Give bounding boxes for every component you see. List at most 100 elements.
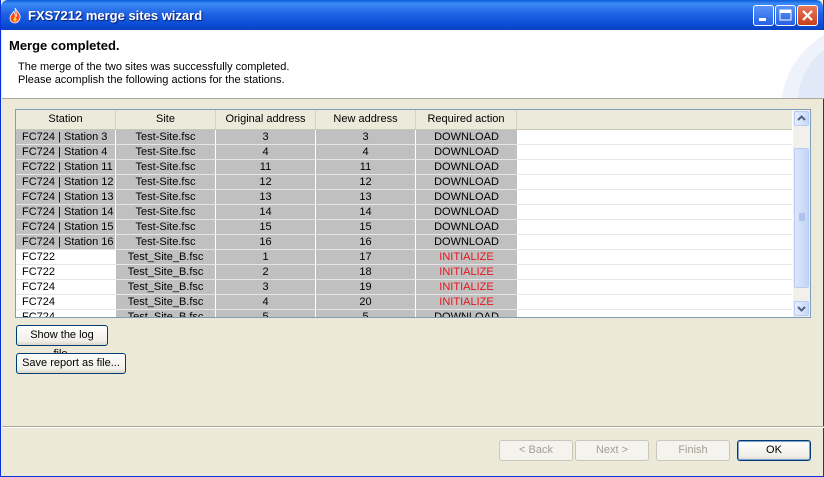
- table-row[interactable]: FC724 | Station 3 Test-Site.fsc 3 3 DOWNLOAD: [16, 130, 792, 145]
- header-title: Merge completed.: [9, 38, 120, 53]
- cell-new-address: 4: [316, 145, 416, 159]
- title-bar[interactable]: FXS7212 merge sites wizard: [1, 0, 823, 30]
- cell-required-action: DOWNLOAD: [416, 145, 517, 159]
- cell-site: Test-Site.fsc: [116, 190, 216, 204]
- cell-site: Test-Site.fsc: [116, 235, 216, 249]
- table-row[interactable]: FC722 Test_Site_B.fsc 2 18 INITIALIZE: [16, 265, 792, 280]
- flame-icon: [8, 7, 22, 24]
- cell-site: Test-Site.fsc: [116, 130, 216, 144]
- column-header-required-action[interactable]: Required action: [416, 110, 517, 129]
- cell-required-action: INITIALIZE: [416, 265, 517, 279]
- cell-new-address: 17: [316, 250, 416, 264]
- cell-required-action: INITIALIZE: [416, 295, 517, 309]
- show-log-button[interactable]: Show the log file.: [16, 325, 108, 360]
- vertical-scrollbar[interactable]: [793, 110, 810, 317]
- cell-station: FC724 | Station 16: [16, 235, 116, 249]
- next-button[interactable]: Next >: [575, 440, 649, 461]
- grid-header: Station Site Original address New addres…: [16, 110, 792, 130]
- cell-new-address: 19: [316, 280, 416, 294]
- ok-button[interactable]: OK: [737, 440, 811, 461]
- minimize-button[interactable]: [753, 5, 774, 26]
- cell-site: Test-Site.fsc: [116, 175, 216, 189]
- table-row[interactable]: FC724 Test_Site_B.fsc 5 5 DOWNLOAD: [16, 310, 792, 317]
- cell-station: FC724: [16, 280, 116, 294]
- table-row[interactable]: FC724 | Station 13 Test-Site.fsc 13 13 DOWNL…: [16, 190, 792, 205]
- cell-required-action: DOWNLOAD: [416, 160, 517, 174]
- table-row[interactable]: FC724 | Station 4 Test-Site.fsc 4 4 DOWNLOAD: [16, 145, 792, 160]
- table-row[interactable]: FC722 | Station 11 Test-Site.fsc 11 11 DOWNL…: [16, 160, 792, 175]
- cell-original-address: 5: [216, 310, 316, 317]
- table-row[interactable]: FC724 Test_Site_B.fsc 4 20 INITIALIZE: [16, 295, 792, 310]
- column-header-new-address[interactable]: New address: [316, 110, 416, 129]
- cell-station: FC724 | Station 4: [16, 145, 116, 159]
- cell-new-address: 15: [316, 220, 416, 234]
- cell-new-address: 14: [316, 205, 416, 219]
- cell-station: FC722: [16, 250, 116, 264]
- save-report-button[interactable]: Save report as file...: [16, 353, 126, 374]
- close-button[interactable]: [797, 5, 818, 26]
- cell-required-action: DOWNLOAD: [416, 205, 517, 219]
- cell-original-address: 11: [216, 160, 316, 174]
- cell-required-action: DOWNLOAD: [416, 130, 517, 144]
- finish-button[interactable]: Finish: [656, 440, 730, 461]
- cell-station: FC724: [16, 295, 116, 309]
- grid-rows: FC724 | Station 3 Test-Site.fsc 3 3 DOWNLOAD…: [16, 130, 792, 317]
- cell-site: Test_Site_B.fsc: [116, 250, 216, 264]
- stations-grid[interactable]: Station Site Original address New addres…: [15, 109, 811, 318]
- cell-station: FC724 | Station 15: [16, 220, 116, 234]
- minimize-icon: [759, 18, 766, 21]
- cell-required-action: INITIALIZE: [416, 250, 517, 264]
- cell-station: FC724 | Station 12: [16, 175, 116, 189]
- cell-site: Test_Site_B.fsc: [116, 280, 216, 294]
- column-header-station[interactable]: Station: [16, 110, 116, 129]
- cell-original-address: 16: [216, 235, 316, 249]
- maximize-button[interactable]: [775, 5, 796, 26]
- table-row[interactable]: FC722 Test_Site_B.fsc 1 17 INITIALIZE: [16, 250, 792, 265]
- table-row[interactable]: FC724 | Station 15 Test-Site.fsc 15 15 DOWNL…: [16, 220, 792, 235]
- cell-site: Test-Site.fsc: [116, 220, 216, 234]
- cell-original-address: 2: [216, 265, 316, 279]
- cell-required-action: DOWNLOAD: [416, 220, 517, 234]
- cell-original-address: 13: [216, 190, 316, 204]
- table-row[interactable]: FC724 Test_Site_B.fsc 3 19 INITIALIZE: [16, 280, 792, 295]
- cell-original-address: 1: [216, 250, 316, 264]
- cell-new-address: 12: [316, 175, 416, 189]
- cell-station: FC724: [16, 310, 116, 317]
- cell-new-address: 16: [316, 235, 416, 249]
- cell-new-address: 5: [316, 310, 416, 317]
- cell-original-address: 4: [216, 295, 316, 309]
- scroll-down-button[interactable]: [794, 301, 809, 316]
- scroll-thumb[interactable]: [794, 148, 809, 288]
- cell-original-address: 4: [216, 145, 316, 159]
- cell-station: FC722 | Station 11: [16, 160, 116, 174]
- column-header-site[interactable]: Site: [116, 110, 216, 129]
- back-button[interactable]: < Back: [499, 440, 573, 461]
- cell-original-address: 14: [216, 205, 316, 219]
- close-icon: [802, 10, 813, 21]
- cell-new-address: 20: [316, 295, 416, 309]
- table-row[interactable]: FC724 | Station 16 Test-Site.fsc 16 16 DOWNL…: [16, 235, 792, 250]
- chevron-up-icon: [797, 115, 806, 121]
- cell-required-action: DOWNLOAD: [416, 310, 517, 317]
- scroll-up-button[interactable]: [794, 111, 809, 126]
- grip-icon: [799, 213, 805, 221]
- cell-site: Test_Site_B.fsc: [116, 265, 216, 279]
- cell-station: FC724 | Station 13: [16, 190, 116, 204]
- cell-new-address: 13: [316, 190, 416, 204]
- cell-station: FC724 | Station 3: [16, 130, 116, 144]
- header-decoration-graphic: [782, 35, 824, 98]
- table-row[interactable]: FC724 | Station 12 Test-Site.fsc 12 12 DOWNL…: [16, 175, 792, 190]
- cell-required-action: DOWNLOAD: [416, 175, 517, 189]
- header-description: The merge of the two sites was successfu…: [18, 61, 289, 87]
- cell-required-action: DOWNLOAD: [416, 235, 517, 249]
- cell-site: Test-Site.fsc: [116, 145, 216, 159]
- wizard-header: Merge completed. The merge of the two si…: [2, 30, 824, 99]
- cell-required-action: INITIALIZE: [416, 280, 517, 294]
- column-header-original-address[interactable]: Original address: [216, 110, 316, 129]
- cell-site: Test-Site.fsc: [116, 160, 216, 174]
- cell-original-address: 15: [216, 220, 316, 234]
- cell-new-address: 3: [316, 130, 416, 144]
- table-row[interactable]: FC724 | Station 14 Test-Site.fsc 14 14 DOWNL…: [16, 205, 792, 220]
- maximize-icon: [779, 9, 792, 21]
- cell-original-address: 12: [216, 175, 316, 189]
